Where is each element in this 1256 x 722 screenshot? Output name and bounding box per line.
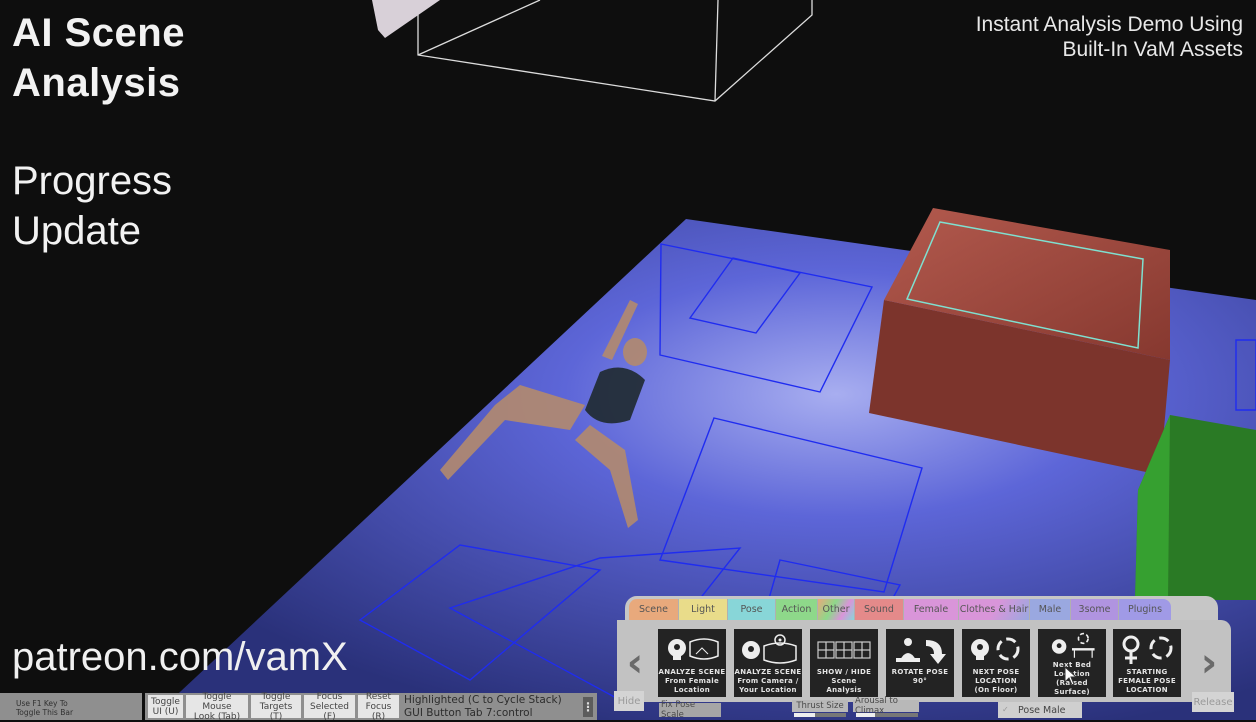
subtitle-line-2: Update [12,209,141,253]
subtitle-line-1: Progress [12,159,173,203]
arousal-to-climax-slider-fill [856,713,875,717]
tagline-line-2: Built-In VaM Assets [1062,38,1243,61]
tab-female[interactable]: Female [904,599,959,620]
highlighted-target: GUI Button Tab 7:control [404,706,533,719]
video-subtitle: Progress Update [12,156,172,256]
thrust-size-slider-fill [794,713,815,717]
rotate-pose-button[interactable]: ROTATE POSE 90° [886,629,954,697]
tab-pose[interactable]: Pose [728,599,776,620]
pose-male-label: Pose Male [1018,704,1066,716]
card-label: NEXT POSE LOCATION (On Floor) [972,668,1020,694]
tagline-line-1: Instant Analysis Demo Using [975,13,1243,36]
bottom-toolbar: Toggle UI (U) Toggle Mouse Look (Tab) To… [145,692,597,722]
reset-focus-button[interactable]: Reset Focus (R) [358,692,399,722]
tab-scene[interactable]: Scene [629,599,679,620]
thrust-size-label: Thrust Size [792,700,848,712]
arousal-to-climax-slider[interactable] [856,713,918,717]
floating-screen [372,0,440,38]
kebab-menu-icon[interactable]: ⋮ [582,696,594,717]
tab-male[interactable]: Male [1030,599,1071,620]
f1-toggle-hint: Use F1 Key To Toggle This Bar [0,693,142,720]
arousal-to-climax-label: Arousal to Climax [853,696,919,716]
hide-button[interactable]: Hide [614,691,644,711]
card-label: STARTING FEMALE POSE LOCATION [1118,668,1176,694]
analyze-scene-female-button[interactable]: ANALYZE SCENE From Female Location [658,629,726,697]
wireframe-box [417,0,813,102]
tab-sound[interactable]: Sound [855,599,904,620]
checkbox-check-icon[interactable]: ✓ [1002,706,1010,714]
card-label: ANALYZE SCENE From Female Location [658,668,726,694]
toggle-mouse-look-button[interactable]: Toggle Mouse Look (Tab) [186,692,248,722]
fix-pose-scale-button[interactable]: Fix Pose Scale [659,700,721,720]
next-bed-location-button[interactable]: Next Bed Location (Raised Surface) [1038,629,1106,697]
vamx-tab-bar: Scene Light Pose Action Other Sound Fema… [625,596,1218,620]
release-button[interactable]: Release [1192,692,1234,712]
highlighted-info: Highlighted (C to Cycle Stack) GUI Butto… [404,694,583,720]
card-label: SHOW / HIDE Scene Analysis [816,668,872,694]
head-gear-panorama-icon [668,638,719,660]
person-rotate-icon [896,638,946,664]
tab-label: Sound [864,604,894,615]
tab-plugins[interactable]: Plugins [1119,599,1171,620]
chevron-right-icon[interactable]: › [1195,640,1223,686]
tab-label: Pose [740,604,763,615]
next-pose-location-button[interactable]: NEXT POSE LOCATION (On Floor) [962,629,1030,697]
starting-female-pose-button[interactable]: STARTING FEMALE POSE LOCATION [1113,629,1181,697]
tab-other[interactable]: Other [818,599,855,620]
card-label: ANALYZE SCENE From Camera / Your Locatio… [734,668,802,694]
patreon-link: patreon.com/vamX [12,635,348,679]
tab-label: Light [691,604,715,615]
head-gear-table-icon [1051,632,1095,658]
mouse-cursor-icon [1064,666,1078,686]
female-cycle-icon [1122,635,1173,664]
pose-male-toggle[interactable]: ✓ Pose Male [998,702,1082,718]
show-hide-analysis-button[interactable]: SHOW / HIDE Scene Analysis [810,629,878,697]
toggle-targets-button[interactable]: Toggle Targets (T) [251,692,301,722]
tagline: Instant Analysis Demo Using Built-In VaM… [976,12,1243,62]
head-gear-panorama-target-icon [742,634,797,664]
tab-label: Plugins [1127,604,1163,615]
tab-label: Other [822,604,850,615]
chevron-left-icon[interactable]: ‹ [621,640,649,686]
vamx-panel: ‹ › ANALYZE SCENE From Female Location A… [617,620,1231,702]
tab-label: Clothes & Hair [959,604,1029,615]
title-line-2: Analysis [12,61,181,105]
grid-frames-icon [817,641,871,659]
tab-action[interactable]: Action [776,599,818,620]
tab-label: Action [781,604,812,615]
focus-selected-button[interactable]: Focus Selected (F) [304,692,355,722]
tab-clothes-hair[interactable]: Clothes & Hair [959,599,1030,620]
tab-label: 3some [1078,604,1111,615]
tab-label: Female [913,604,949,615]
title-line-1: AI Scene [12,11,185,55]
head-gear-cycle-icon [971,637,1020,661]
tab-light[interactable]: Light [679,599,728,620]
analyze-scene-camera-button[interactable]: ANALYZE SCENE From Camera / Your Locatio… [734,629,802,697]
card-label: ROTATE POSE 90° [891,668,949,685]
tab-label: Scene [639,604,668,615]
video-title: AI Scene Analysis [12,8,185,108]
tab-label: Male [1038,604,1062,615]
tab-3some[interactable]: 3some [1071,599,1119,620]
toggle-ui-button[interactable]: Toggle UI (U) [148,695,183,718]
highlighted-stack-label: Highlighted (C to Cycle Stack) [404,693,562,706]
thrust-size-slider[interactable] [794,713,846,717]
